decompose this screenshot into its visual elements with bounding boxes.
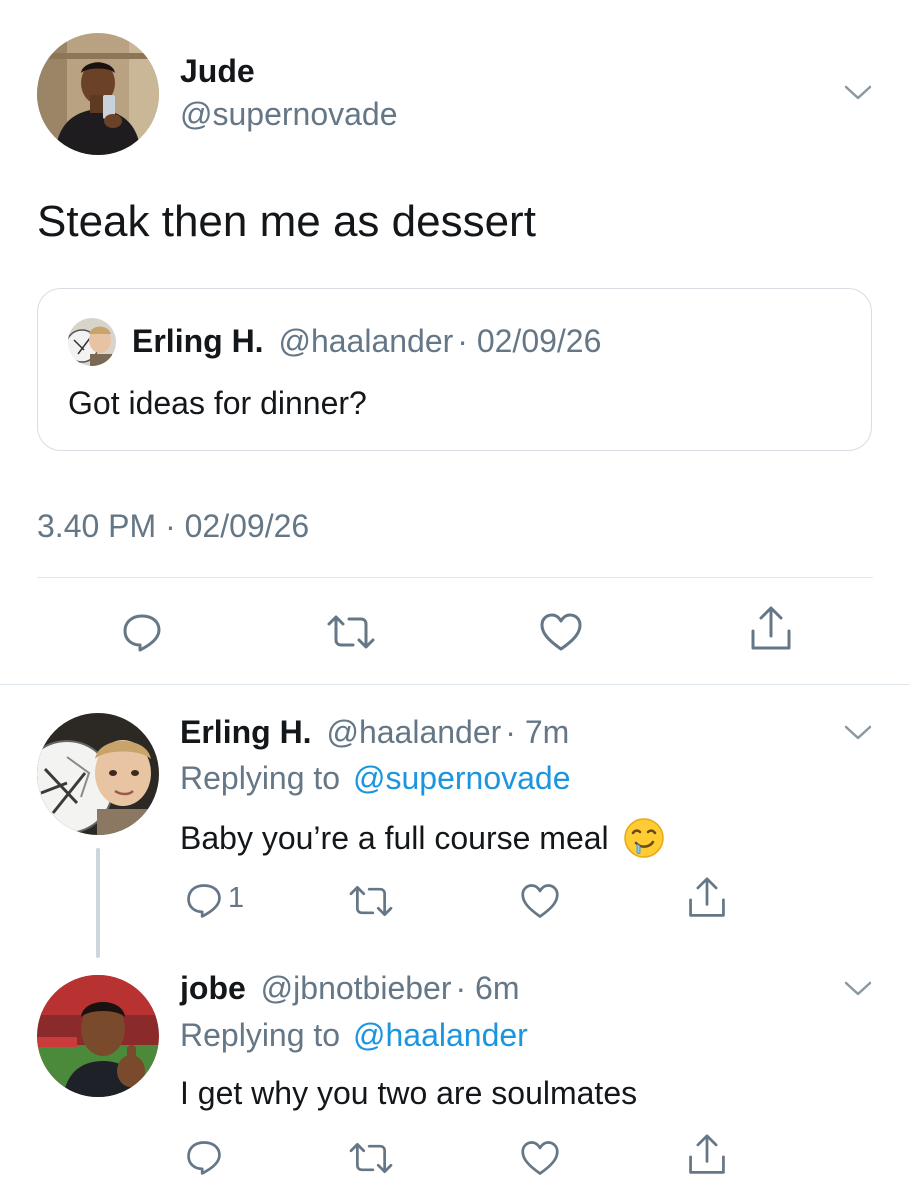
divider [37, 577, 873, 578]
quoted-author-name[interactable]: Erling H. [132, 323, 264, 359]
share-icon[interactable] [686, 875, 728, 921]
chevron-down-icon[interactable] [842, 82, 874, 102]
reply-icon[interactable] [184, 1137, 224, 1177]
tweet-timestamp[interactable]: 3.40 PM · 02/09/26 [37, 508, 309, 545]
reply-header: jobe @jbnotbieber · 6m [180, 970, 520, 1007]
retweet-icon[interactable] [347, 881, 395, 921]
reply-header: Erling H. @haalander · 7m [180, 714, 569, 751]
heart-icon[interactable] [519, 1138, 561, 1178]
replying-to-label: Replying to [180, 760, 341, 796]
share-icon[interactable] [686, 1132, 728, 1178]
reply-time: · 7m [505, 714, 570, 750]
heart-icon[interactable] [519, 881, 561, 921]
replying-to: Replying to @supernovade [180, 760, 571, 797]
heart-icon[interactable] [538, 610, 584, 654]
retweet-icon[interactable] [347, 1138, 395, 1178]
reply-icon[interactable] [184, 880, 224, 920]
reply-count: 1 [228, 882, 245, 914]
reply-avatar-erling[interactable] [37, 713, 159, 835]
reply-author-handle[interactable]: @jbnotbieber [261, 970, 452, 1006]
quoted-date: · 02/09/26 [457, 323, 602, 359]
reply-text: Baby you’re a full course meal [180, 819, 609, 856]
reply-time: · 6m [455, 970, 520, 1006]
author-name[interactable]: Jude [180, 53, 255, 90]
section-divider [0, 684, 910, 685]
reply-author-name[interactable]: jobe [180, 970, 246, 1006]
tweet-text: Steak then me as dessert [37, 197, 536, 246]
reply-icon[interactable] [120, 610, 164, 654]
reply-author-handle[interactable]: @haalander [326, 714, 501, 750]
quoted-tweet[interactable] [37, 288, 872, 451]
chevron-down-icon[interactable] [842, 978, 874, 998]
share-icon[interactable] [748, 604, 794, 654]
quoted-header: Erling H. @haalander · 02/09/26 [132, 323, 601, 360]
jude-avatar[interactable] [37, 33, 159, 155]
retweet-icon[interactable] [325, 610, 377, 654]
reply-text: I get why you two are soulmates [180, 1075, 638, 1111]
reply-text-row: Baby you’re a full course meal [180, 817, 665, 859]
quoted-text: Got ideas for dinner? [68, 385, 367, 421]
replying-to-handle[interactable]: @haalander [353, 1017, 528, 1053]
replying-to: Replying to @haalander [180, 1017, 528, 1054]
thread-line [96, 848, 100, 958]
author-handle[interactable]: @supernovade [180, 96, 398, 133]
quoted-author-avatar [68, 318, 116, 366]
drooling-face-emoji [623, 818, 664, 858]
chevron-down-icon[interactable] [842, 722, 874, 742]
replying-to-label: Replying to [180, 1017, 341, 1053]
reply-author-name[interactable]: Erling H. [180, 714, 312, 750]
quoted-author-handle[interactable]: @haalander [278, 323, 453, 359]
replying-to-handle[interactable]: @supernovade [353, 760, 571, 796]
reply-avatar-jobe[interactable] [37, 975, 159, 1097]
